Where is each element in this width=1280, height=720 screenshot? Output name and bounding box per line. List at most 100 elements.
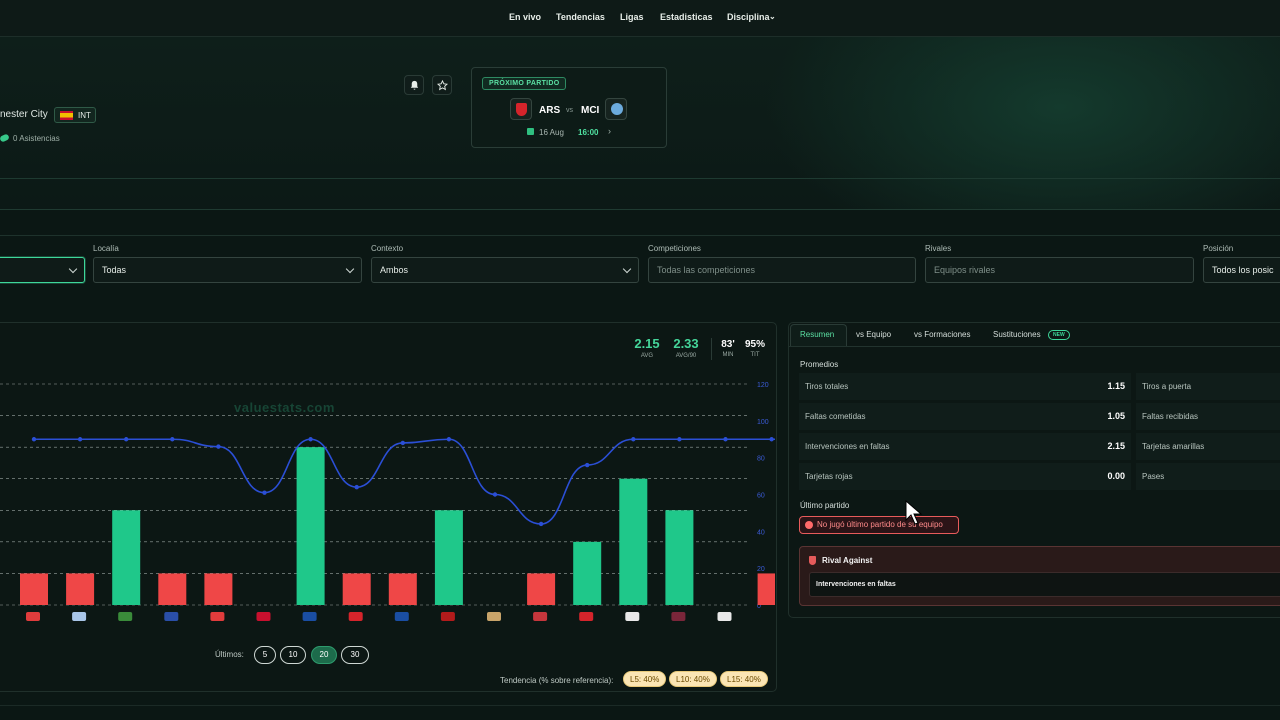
tab-vs-equipo[interactable]: vs Equipo [856,330,891,339]
home-team: ARS [539,105,561,116]
bar [296,447,325,605]
stat-avg: 2.15 AVG [631,336,663,359]
nav-estadisticas[interactable]: Estadisticas [660,12,713,22]
no-match-text: No jugó último partido de su equipo [817,520,943,529]
nav-ligas[interactable]: Ligas [620,12,644,22]
stat-row-value: 2.15 [1107,441,1125,451]
trend-l5-badge: L5: 40% [623,671,667,687]
flag-serbia-icon [533,612,548,621]
stat-tit-value: 95% [744,339,765,350]
flag-egypt-icon [487,612,501,621]
next-match-label: PRÓXIMO PARTIDO [482,77,567,90]
contexto-label: Contexto [371,244,404,253]
minutes-point [354,484,359,490]
right-axis-tick: 40 [757,529,765,536]
stat-row-label: Tiros totales [805,382,849,391]
away-team: MCI [581,105,600,116]
stat-row-label: Tarjetas rojas [805,472,853,481]
rival-against-card: Rival Against Intervenciones en faltas [799,546,1280,606]
stat-row-label: Faltas cometidas [805,412,866,421]
chevron-down-icon [345,264,355,274]
divider [0,178,1280,179]
chevron-down-icon[interactable]: ⌄ [769,12,776,21]
last-5-button[interactable]: 5 [254,646,276,664]
minutes-point [723,437,728,442]
minutes-point [631,437,636,442]
flag-uruguay-icon [72,612,87,621]
last-30-button[interactable]: 30 [341,646,369,664]
arsenal-icon [348,612,363,621]
rivales-label: Rivales [925,244,952,253]
rival-row: Intervenciones en faltas [809,572,1280,597]
minutes-point [585,462,590,468]
contexto-select[interactable]: Ambos [371,257,639,283]
cursor-icon [905,500,923,525]
nav-en-vivo[interactable]: En vivo [509,12,541,22]
bar [527,573,556,605]
bar [112,510,141,605]
notify-button[interactable] [404,75,424,95]
chelsea-icon [302,612,317,621]
flag-peru-icon [210,612,225,621]
flag-cape-verde-icon [164,612,179,621]
new-badge: NEW [1048,330,1070,340]
bar [20,573,48,605]
bar [434,510,463,605]
country-badge-label: INT [78,111,91,120]
stat-row: Tiros totales 1.15 [799,373,1131,400]
stat-row: Tarjetas rojas 0.00 [799,463,1131,490]
match-date: 16 Aug [539,128,564,137]
minutes-point [400,440,405,446]
bar [204,573,233,605]
stat-row: Tarjetas amarillas [1136,433,1280,460]
man-city-crest-icon [605,98,627,120]
right-axis-tick: 80 [757,456,765,463]
top-nav: En vivo Tendencias Ligas Estadisticas Di… [0,0,1280,37]
right-axis-tick: 100 [757,419,769,426]
stat-row-value: 1.05 [1107,411,1125,421]
minutes-point [769,437,774,442]
shield-icon [809,556,816,565]
localia-select[interactable]: Todas [93,257,362,283]
arsenal-crest-icon [510,98,532,120]
chevron-down-icon [622,264,632,274]
divider [0,705,1280,706]
divider [789,346,1280,347]
rivales-input[interactable]: Equipos rivales [925,257,1194,283]
bar [665,510,694,605]
nav-disciplina[interactable]: Disciplina [727,12,770,22]
bell-icon [410,80,419,90]
stat-row: Pases [1136,463,1280,490]
stat-tit-label: TIT [750,352,760,358]
competiciones-input[interactable]: Todas las competiciones [648,257,916,283]
stat-min-label: MIN [722,352,734,358]
trend-l10-badge: L10: 40% [669,671,717,687]
tab-sustituciones[interactable]: Sustituciones [993,330,1041,339]
nav-tendencias[interactable]: Tendencias [556,12,605,22]
filter-select-first[interactable] [0,257,85,283]
right-axis-tick: 60 [757,493,765,500]
tendencia-label: Tendencia (% sobre referencia): [500,676,614,685]
minutes-point [677,437,682,442]
posicion-select[interactable]: Todos los posic [1203,257,1280,283]
tab-resumen[interactable]: Resumen [800,330,834,339]
stat-row: Faltas recibidas [1136,403,1280,430]
match-chart: 020406080100120 [0,382,775,621]
liverpool-icon [440,612,455,621]
error-icon [805,521,813,529]
minutes-point [124,437,129,442]
favorite-button[interactable] [432,75,452,95]
minutes-point [216,444,221,449]
next-match-card[interactable]: PRÓXIMO PARTIDO ARS vs MCI 16 Aug 16:00 … [471,67,667,148]
chevron-right-icon[interactable]: › [608,126,611,136]
last-10-button[interactable]: 10 [280,646,306,664]
rival-row-label: Intervenciones en faltas [816,581,896,588]
stat-row: Faltas cometidas 1.05 [799,403,1131,430]
competiciones-label: Competiciones [648,244,701,253]
tab-vs-formaciones[interactable]: vs Formaciones [914,330,970,339]
minutes-point [308,437,313,442]
minutes-point [262,490,267,495]
last-20-button[interactable]: 20 [311,646,337,664]
bar [573,541,602,605]
stat-avg90: 2.33 AVG/90 [669,336,703,359]
